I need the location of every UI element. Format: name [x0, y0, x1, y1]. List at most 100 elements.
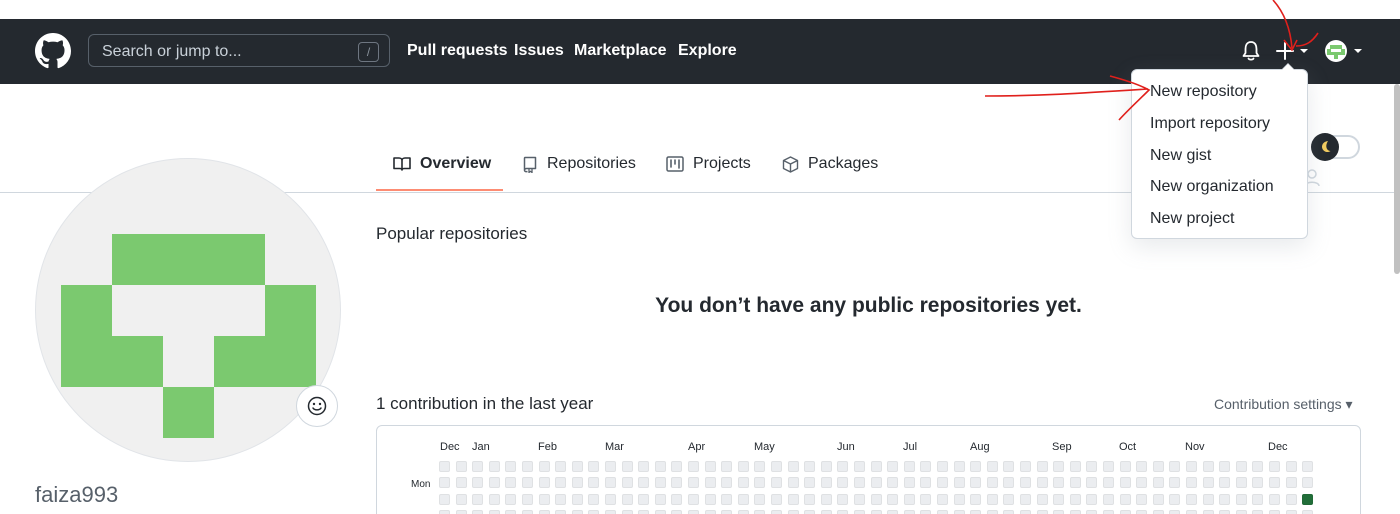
contribution-cell[interactable]: [854, 477, 865, 488]
contribution-cell[interactable]: [505, 510, 517, 514]
contribution-cell[interactable]: [1169, 510, 1181, 514]
contribution-cell[interactable]: [804, 510, 816, 514]
theme-toggle-switch[interactable]: [1309, 132, 1361, 162]
contribution-cell[interactable]: [1086, 510, 1098, 514]
contribution-cell[interactable]: [439, 510, 450, 514]
contribution-cell[interactable]: [1152, 510, 1164, 514]
contribution-cell[interactable]: [1269, 510, 1280, 514]
contribution-cell[interactable]: [704, 494, 716, 505]
contribution-cell[interactable]: [1069, 461, 1081, 472]
contribution-cell[interactable]: [1252, 510, 1264, 514]
contribution-cell[interactable]: [1235, 494, 1247, 505]
contribution-cell[interactable]: [688, 494, 699, 505]
contribution-cell[interactable]: [571, 477, 583, 488]
contribution-cell[interactable]: [804, 477, 816, 488]
contribution-cell[interactable]: [1003, 510, 1015, 514]
contribution-cell[interactable]: [1219, 477, 1231, 488]
contribution-cell[interactable]: [522, 494, 533, 505]
contribution-cell[interactable]: [555, 494, 567, 505]
contribution-cell[interactable]: [472, 461, 484, 472]
contribution-cell[interactable]: [903, 461, 915, 472]
contribution-cell[interactable]: [522, 461, 533, 472]
contribution-cell[interactable]: [953, 461, 965, 472]
user-avatar-menu-icon[interactable]: [1324, 39, 1364, 63]
contribution-cell[interactable]: [688, 477, 699, 488]
contribution-cell[interactable]: [1169, 461, 1181, 472]
contribution-cell[interactable]: [538, 461, 550, 472]
contribution-cell[interactable]: [771, 477, 782, 488]
contribution-cell[interactable]: [1285, 477, 1297, 488]
contribution-cell[interactable]: [754, 477, 766, 488]
contribution-cell[interactable]: [837, 461, 849, 472]
contribution-cell[interactable]: [704, 510, 716, 514]
contribution-cell[interactable]: [654, 461, 666, 472]
contribution-cell[interactable]: [771, 510, 782, 514]
contribution-cell[interactable]: [903, 494, 915, 505]
contribution-cell[interactable]: [771, 494, 782, 505]
contribution-cell[interactable]: [870, 510, 882, 514]
search-input[interactable]: Search or jump to... /: [88, 34, 390, 67]
contribution-cell[interactable]: [1036, 510, 1048, 514]
contribution-cell[interactable]: [654, 477, 666, 488]
contribution-cell[interactable]: [439, 461, 450, 472]
github-logo-icon[interactable]: [35, 33, 71, 69]
contribution-cell[interactable]: [1252, 494, 1264, 505]
contribution-cell[interactable]: [970, 510, 982, 514]
contribution-cell[interactable]: [1119, 510, 1131, 514]
contribution-cell[interactable]: [737, 477, 749, 488]
contribution-cell[interactable]: [671, 477, 683, 488]
contribution-cell[interactable]: [1302, 510, 1314, 514]
contribution-cell[interactable]: [870, 461, 882, 472]
nav-explore[interactable]: Explore: [678, 42, 737, 60]
contribution-cell[interactable]: [621, 477, 633, 488]
contribution-cell[interactable]: [588, 494, 600, 505]
tab-projects[interactable]: Projects: [666, 152, 751, 176]
contribution-cell[interactable]: [986, 461, 998, 472]
create-new-plus-icon[interactable]: [1276, 39, 1312, 63]
contribution-cell[interactable]: [1235, 510, 1247, 514]
contribution-cell[interactable]: [721, 477, 733, 488]
contribution-cell[interactable]: [970, 477, 982, 488]
contribution-cell[interactable]: [455, 461, 467, 472]
contribution-cell[interactable]: [721, 461, 733, 472]
contribution-cell[interactable]: [1219, 461, 1231, 472]
contribution-cell[interactable]: [1003, 477, 1015, 488]
contribution-cell[interactable]: [588, 510, 600, 514]
contribution-cell[interactable]: [1235, 477, 1247, 488]
contribution-cell[interactable]: [472, 477, 484, 488]
contribution-cell[interactable]: [538, 510, 550, 514]
contribution-cell[interactable]: [455, 510, 467, 514]
contribution-cell[interactable]: [472, 494, 484, 505]
contribution-cell[interactable]: [488, 477, 500, 488]
contribution-cell[interactable]: [1152, 477, 1164, 488]
contribution-cell[interactable]: [605, 494, 616, 505]
contribution-cell[interactable]: [488, 510, 500, 514]
contribution-cell[interactable]: [1119, 494, 1131, 505]
contribution-cell[interactable]: [1003, 461, 1015, 472]
contribution-cell[interactable]: [937, 461, 948, 472]
contribution-cell[interactable]: [970, 461, 982, 472]
contribution-cell[interactable]: [704, 461, 716, 472]
contribution-cell[interactable]: [920, 494, 932, 505]
contribution-cell[interactable]: [505, 494, 517, 505]
contribution-cell[interactable]: [837, 510, 849, 514]
contribution-cell[interactable]: [721, 510, 733, 514]
contribution-cell[interactable]: [688, 461, 699, 472]
menu-item-new-project[interactable]: New project: [1150, 210, 1234, 228]
contribution-cell[interactable]: [1202, 494, 1214, 505]
contribution-cell[interactable]: [970, 494, 982, 505]
contribution-cell[interactable]: [737, 510, 749, 514]
contribution-cell[interactable]: [1169, 494, 1181, 505]
contribution-cell[interactable]: [837, 494, 849, 505]
contribution-cell[interactable]: [605, 461, 616, 472]
contribution-cell[interactable]: [787, 510, 799, 514]
contribution-cell[interactable]: [1186, 510, 1197, 514]
contribution-cell[interactable]: [555, 477, 567, 488]
contribution-cell[interactable]: [1036, 477, 1048, 488]
contribution-cell[interactable]: [522, 510, 533, 514]
contribution-cell[interactable]: [1202, 461, 1214, 472]
contribution-cell[interactable]: [887, 494, 899, 505]
contribution-cell[interactable]: [455, 477, 467, 488]
contribution-cell[interactable]: [1086, 477, 1098, 488]
contribution-cell[interactable]: [937, 510, 948, 514]
